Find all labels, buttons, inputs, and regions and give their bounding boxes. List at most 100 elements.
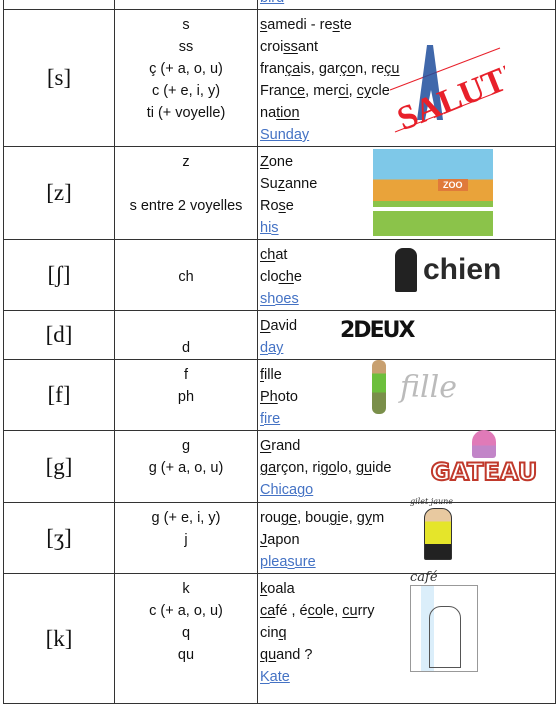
salut-label: SALUT! xyxy=(392,57,505,135)
spelling: z xyxy=(182,154,190,170)
phoneme-symbol xyxy=(3,0,115,10)
example-word: bird xyxy=(260,0,555,9)
fille-illustration: fille xyxy=(372,360,467,416)
example-segment: co xyxy=(307,603,323,619)
example-segment: ss xyxy=(283,39,298,55)
example-segment: z xyxy=(277,176,285,192)
english-example-link[interactable]: K xyxy=(260,669,270,685)
examples-cell: rouge, bougie, gym Japon pleasure xyxy=(257,502,556,574)
example-segment: ci xyxy=(338,83,349,99)
example-segment: tion xyxy=(276,105,300,121)
spelling: j xyxy=(184,532,188,548)
example-segment: anne xyxy=(285,176,318,192)
example-segment: gy xyxy=(356,510,373,526)
example-segment: lo, xyxy=(336,460,356,476)
example-segment: gu xyxy=(355,460,373,476)
english-example-link[interactable]: plea xyxy=(260,554,287,570)
example-segment: D xyxy=(260,318,271,334)
english-example-link[interactable]: s xyxy=(287,554,294,570)
spelling: ti (+ voyelle) xyxy=(146,105,226,121)
example-word: rouge, bougie, gym xyxy=(260,507,555,529)
table-row: [d] d David day xyxy=(3,310,556,360)
example-word: samedi - reste xyxy=(260,14,555,36)
table-row: [ʒ] g (+ e, i, y) j rouge, bougie, gym Japon… xyxy=(3,502,556,574)
gilet-illustration: gilet jaune xyxy=(410,497,465,565)
english-example-link[interactable]: bird xyxy=(260,0,284,6)
example-segment: ce xyxy=(289,83,306,99)
english-example-link[interactable]: oes xyxy=(275,291,298,307)
spelling: s entre 2 voyelles xyxy=(129,198,243,214)
spellings-cell xyxy=(114,0,258,10)
spelling: f xyxy=(183,367,189,383)
example-segment: e xyxy=(285,198,294,214)
gateau-illustration: GATEAU xyxy=(430,430,538,492)
phoneme-symbol: [f] xyxy=(3,359,115,431)
english-example-link[interactable]: g xyxy=(297,482,305,498)
example-segment: q xyxy=(278,625,287,641)
example-segment: go xyxy=(320,460,337,476)
english-example-link[interactable]: ate xyxy=(270,669,290,685)
example-segment: Su xyxy=(260,176,278,192)
spelling: g xyxy=(181,438,191,454)
example-segment: ch xyxy=(278,269,294,285)
example-segment: at xyxy=(275,247,288,263)
example-word: koala xyxy=(260,578,555,600)
example-segment: n, re xyxy=(355,61,385,77)
example-word: cinq xyxy=(260,622,555,644)
phoneme-symbol: [g] xyxy=(3,430,115,503)
example-segment: rçon, ri xyxy=(276,460,321,476)
spelling: k xyxy=(182,581,190,597)
phoneme-symbol: [s] xyxy=(3,9,115,147)
example-segment: e, xyxy=(340,510,357,526)
example-segment: avid xyxy=(270,318,298,334)
spelling: ss xyxy=(178,39,194,55)
table-row: [f] f ph fille Photo f ire xyxy=(3,359,556,431)
example-segment: cin xyxy=(260,625,279,641)
example-segment: s xyxy=(278,198,286,214)
example-segment: , bou xyxy=(297,510,330,526)
example-segment: le, xyxy=(322,603,343,619)
english-example-link[interactable]: hi xyxy=(260,220,271,236)
zoo-illustration: ZOO xyxy=(373,149,493,236)
example-segment: rry xyxy=(357,603,375,619)
example-segment: qu xyxy=(260,647,277,663)
phoneme-symbol: [ʃ] xyxy=(3,239,115,311)
example-segment: rand xyxy=(271,438,301,454)
examples-cell: koala café , école, curry cinq quand ? Kate xyxy=(257,573,556,704)
english-example-link[interactable]: s xyxy=(271,220,278,236)
examples-cell: bird xyxy=(257,0,556,10)
spelling: ç (+ a, o, u) xyxy=(149,61,223,77)
cafe-illustration: café xyxy=(410,570,480,675)
example-segment: clo xyxy=(260,269,279,285)
example-segment: te xyxy=(339,17,352,33)
english-example-link[interactable]: Chica xyxy=(260,482,297,498)
example-segment: ge xyxy=(280,510,298,526)
phoneme-symbol: [z] xyxy=(3,146,115,240)
example-segment: apon xyxy=(267,532,300,548)
english-example-link[interactable]: d xyxy=(260,340,268,356)
example-segment: ant xyxy=(297,39,319,55)
phoneme-symbol: [d] xyxy=(3,310,115,360)
example-segment: croi xyxy=(260,39,284,55)
english-example-link[interactable]: sh xyxy=(260,291,275,307)
english-example-link[interactable]: ire xyxy=(264,411,280,427)
example-segment: ch xyxy=(260,247,276,263)
spelling xyxy=(115,244,257,266)
example-segment: ço xyxy=(339,61,356,77)
english-example-link[interactable]: ay xyxy=(268,340,283,356)
example-segment: one xyxy=(268,154,294,170)
english-example-link[interactable]: Sunday xyxy=(260,127,309,143)
spelling: ch xyxy=(178,269,194,285)
spellings-cell: f ph xyxy=(114,359,258,431)
spelling: ph xyxy=(177,389,195,405)
spelling: s xyxy=(182,17,190,33)
english-example-link[interactable]: ure xyxy=(295,554,316,570)
spellings-cell: g g (+ a, o, u) xyxy=(114,430,258,503)
example-segment: Ro xyxy=(260,198,279,214)
example-word: Kate xyxy=(260,666,555,688)
spellings-cell: s ss ç (+ a, o, u) c (+ e, i, y) ti (+ voyel… xyxy=(114,9,258,147)
spelling xyxy=(115,315,257,337)
spelling xyxy=(115,173,257,195)
example-segment: oto xyxy=(277,389,298,405)
english-example-link[interactable]: o xyxy=(305,482,313,498)
